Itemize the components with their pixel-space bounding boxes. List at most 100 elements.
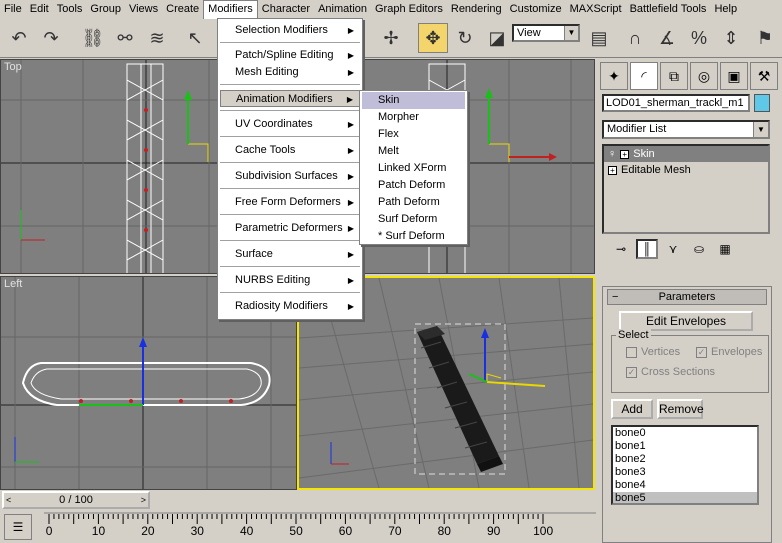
snap-toggle-icon[interactable]: ∩ — [620, 23, 650, 53]
menu-item-uv-coordinates[interactable]: UV Coordinates ▶ — [220, 116, 360, 133]
menu-battlefield-tools[interactable]: Battlefield Tools — [626, 0, 711, 18]
vertices-checkbox[interactable]: Vertices — [626, 346, 680, 358]
list-item[interactable]: bone2 — [613, 453, 757, 466]
chevron-left-icon[interactable]: < — [6, 493, 11, 507]
lightbulb-icon[interactable]: ♀ — [608, 146, 616, 162]
submenu-item-surf-deform[interactable]: Surf Deform — [362, 211, 465, 228]
undo-icon[interactable]: ↶ — [4, 23, 34, 53]
list-item[interactable]: bone4 — [613, 479, 757, 492]
named-selection-icon[interactable]: ⚑ — [750, 23, 780, 53]
select-and-move-icon[interactable]: ✥ — [418, 23, 448, 53]
unlink-icon[interactable]: ⚯ — [110, 23, 140, 53]
select-and-link-icon[interactable]: ⛓ — [78, 23, 108, 53]
stack-item-skin[interactable]: ♀ + Skin — [604, 146, 768, 162]
object-color-swatch[interactable] — [754, 94, 770, 112]
menu-group[interactable]: Group — [86, 0, 125, 18]
make-unique-icon[interactable]: ⋎ — [662, 239, 684, 259]
menu-item-patch-spline-editing[interactable]: Patch/Spline Editing ▶ — [220, 47, 360, 64]
bind-space-warp-icon[interactable]: ≋ — [142, 23, 172, 53]
menu-item-radiosity-modifiers[interactable]: Radiosity Modifiers ▶ — [220, 298, 360, 315]
menu-edit[interactable]: Edit — [26, 0, 53, 18]
expand-icon[interactable]: + — [620, 149, 630, 159]
menu-item-label: Animation Modifiers — [236, 93, 333, 105]
menu-graph-editors[interactable]: Graph Editors — [371, 0, 447, 18]
submenu-item-star-surf-deform[interactable]: * Surf Deform — [362, 228, 465, 245]
collapse-icon[interactable]: − — [612, 290, 618, 304]
submenu-item-path-deform[interactable]: Path Deform — [362, 194, 465, 211]
menu-item-parametric-deformers[interactable]: Parametric Deformers ▶ — [220, 220, 360, 237]
mini-curve-editor-icon[interactable]: ☰ — [4, 514, 32, 540]
menu-item-selection-modifiers[interactable]: Selection Modifiers ▶ — [220, 22, 360, 39]
time-slider[interactable]: < 0 / 100 > — [2, 491, 150, 509]
checkmark-icon[interactable]: ✓ — [696, 346, 707, 358]
envelopes-checkbox[interactable]: ✓ Envelopes — [696, 346, 762, 358]
configure-modifier-sets-icon[interactable]: ▦ — [714, 239, 736, 259]
remove-modifier-icon[interactable]: ⛀ — [688, 239, 710, 259]
submenu-item-patch-deform[interactable]: Patch Deform — [362, 177, 465, 194]
menu-character[interactable]: Character — [258, 0, 314, 18]
pin-stack-icon[interactable]: ⊸ — [610, 239, 632, 259]
checkbox-icon[interactable] — [626, 346, 637, 358]
display-tab-icon[interactable]: ▣ — [720, 62, 748, 90]
reference-coordinate-system-select[interactable]: View ▼ — [512, 24, 580, 42]
menu-item-subdivision-surfaces[interactable]: Subdivision Surfaces ▶ — [220, 168, 360, 185]
stack-item-editable-mesh[interactable]: + Editable Mesh — [604, 162, 768, 178]
percent-snap-icon[interactable]: % — [684, 23, 714, 53]
menu-item-nurbs-editing[interactable]: NURBS Editing ▶ — [220, 272, 360, 289]
track-bar[interactable]: ☰ 0 10 20 30 40 50 60 70 80 90 100 — [0, 512, 596, 543]
modifier-list-dropdown[interactable]: Modifier List ▼ — [602, 120, 770, 139]
cross-sections-checkbox[interactable]: ✓ Cross Sections — [626, 366, 715, 378]
select-and-move-axis-icon[interactable]: ✢ — [376, 23, 406, 53]
chevron-down-icon[interactable]: ▼ — [564, 26, 578, 40]
add-bone-button[interactable]: Add — [611, 399, 653, 419]
submenu-item-linked-xform[interactable]: Linked XForm — [362, 160, 465, 177]
motion-tab-icon[interactable]: ◎ — [690, 62, 718, 90]
spinner-snap-icon[interactable]: ⇕ — [716, 23, 746, 53]
modifier-stack[interactable]: ♀ + Skin + Editable Mesh — [602, 144, 770, 234]
menu-modifiers[interactable]: Modifiers — [203, 0, 258, 19]
menu-item-animation-modifiers[interactable]: Animation Modifiers ▶ — [220, 90, 360, 107]
submenu-item-morpher[interactable]: Morpher — [362, 109, 465, 126]
submenu-item-skin[interactable]: Skin — [362, 92, 465, 109]
bone-list[interactable]: bone0 bone1 bone2 bone3 bone4 bone5 — [611, 425, 759, 505]
pivot-center-icon[interactable]: ▤ — [584, 23, 614, 53]
submenu-item-flex[interactable]: Flex — [362, 126, 465, 143]
chevron-right-icon[interactable]: > — [141, 493, 146, 507]
edit-envelopes-button[interactable]: Edit Envelopes — [619, 311, 753, 331]
menu-customize[interactable]: Customize — [506, 0, 566, 18]
menu-rendering[interactable]: Rendering — [447, 0, 506, 18]
menu-file[interactable]: File — [0, 0, 26, 18]
redo-icon[interactable]: ↷ — [36, 23, 66, 53]
select-object-icon[interactable]: ↖ — [180, 23, 210, 53]
menu-views[interactable]: Views — [125, 0, 162, 18]
menu-create[interactable]: Create — [162, 0, 203, 18]
chevron-down-icon[interactable]: ▼ — [753, 122, 768, 137]
remove-bone-button[interactable]: Remove — [657, 399, 704, 419]
angle-snap-icon[interactable]: ∡ — [652, 23, 682, 53]
select-and-rotate-icon[interactable]: ↻ — [450, 23, 480, 53]
utilities-tab-icon[interactable]: ⚒ — [750, 62, 778, 90]
hierarchy-tab-icon[interactable]: ⧉ — [660, 62, 688, 90]
checkmark-icon[interactable]: ✓ — [626, 366, 637, 378]
menu-maxscript[interactable]: MAXScript — [566, 0, 626, 18]
menu-item-free-form-deformers[interactable]: Free Form Deformers ▶ — [220, 194, 360, 211]
expand-icon[interactable]: + — [608, 165, 617, 175]
modify-tab-icon[interactable]: ◜ — [630, 62, 658, 90]
menu-item-cache-tools[interactable]: Cache Tools ▶ — [220, 142, 360, 159]
list-item[interactable]: bone3 — [613, 466, 757, 479]
list-item[interactable]: bone1 — [613, 440, 757, 453]
submenu-item-melt[interactable]: Melt — [362, 143, 465, 160]
show-end-result-icon[interactable]: ║ — [636, 239, 658, 259]
menu-animation[interactable]: Animation — [314, 0, 371, 18]
list-item[interactable]: bone0 — [613, 427, 757, 440]
object-name-field[interactable]: LOD01_sherman_trackl_m1 — [602, 94, 750, 112]
time-slider-text: 0 / 100 — [59, 494, 93, 506]
menu-tools[interactable]: Tools — [53, 0, 87, 18]
menu-item-surface[interactable]: Surface ▶ — [220, 246, 360, 263]
menu-help[interactable]: Help — [710, 0, 741, 18]
create-tab-icon[interactable]: ✦ — [600, 62, 628, 90]
select-and-scale-icon[interactable]: ◪ — [482, 23, 512, 53]
list-item[interactable]: bone5 — [613, 492, 757, 503]
menu-item-mesh-editing[interactable]: Mesh Editing ▶ — [220, 64, 360, 81]
rollout-header[interactable]: − Parameters — [607, 289, 767, 305]
